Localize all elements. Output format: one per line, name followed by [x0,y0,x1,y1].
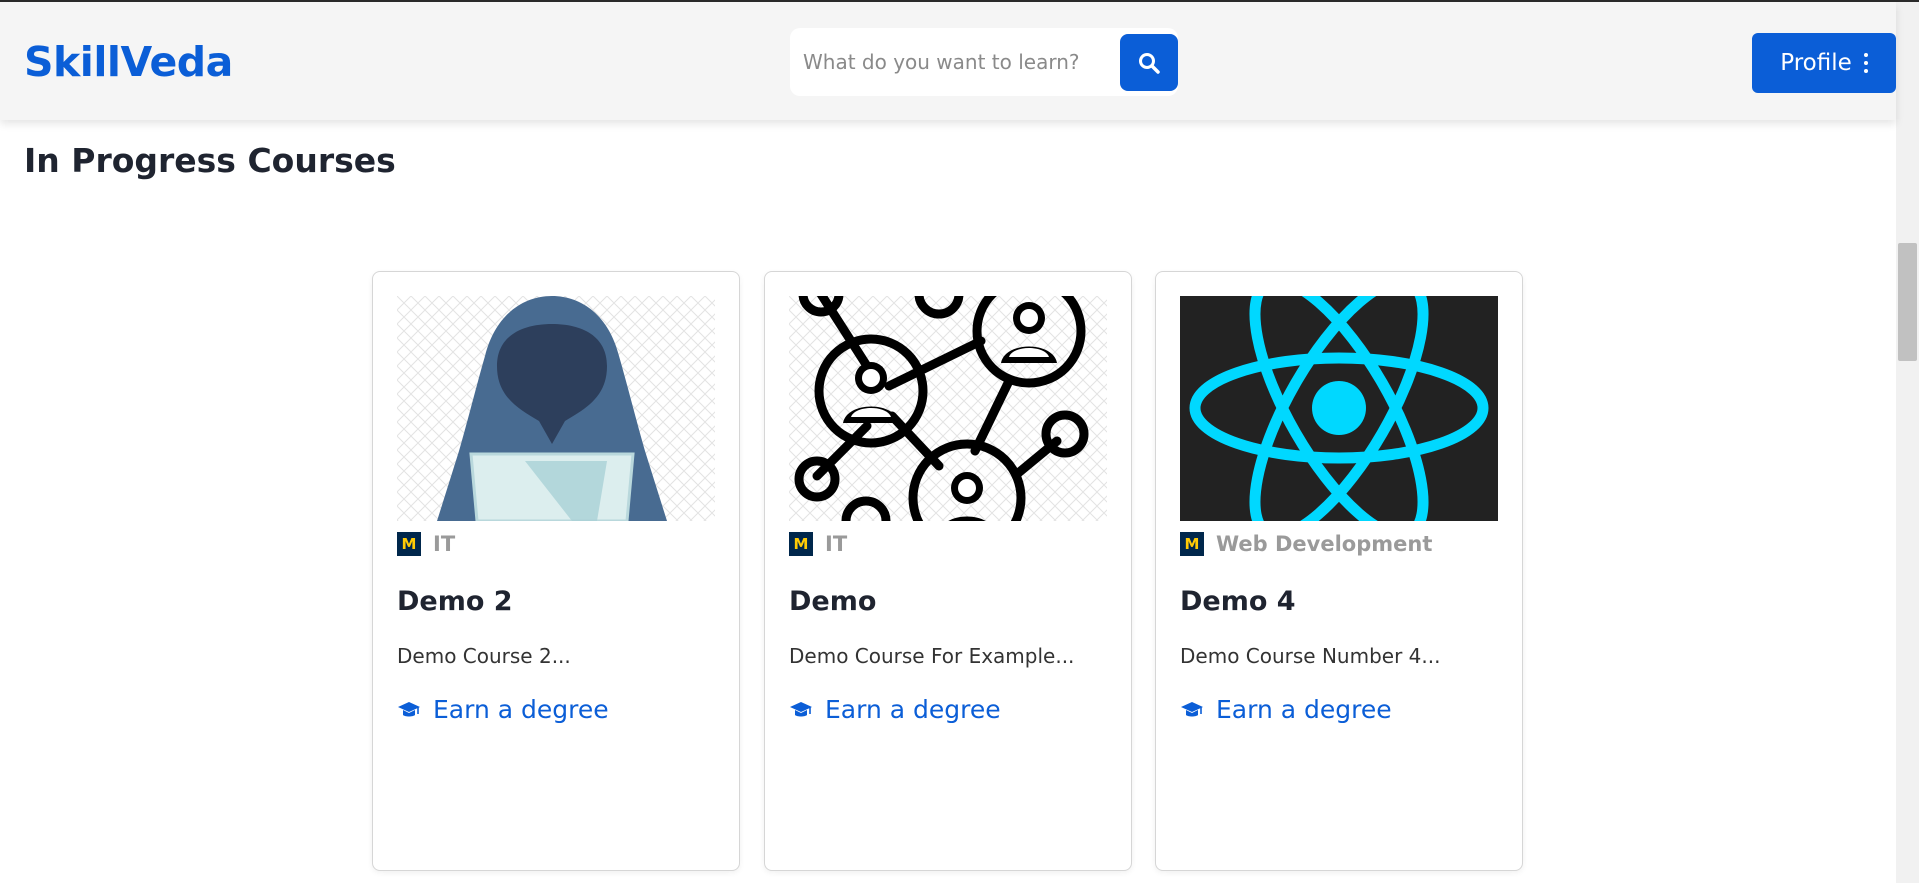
course-card[interactable]: M IT Demo Demo Course For Example... Ear… [764,271,1132,871]
scrollbar-thumb[interactable] [1898,243,1917,361]
course-thumbnail [789,296,1107,521]
graduation-cap-icon [790,701,812,716]
earn-degree-label: Earn a degree [1216,695,1392,724]
course-title[interactable]: Demo 4 [1180,586,1296,617]
profile-button[interactable]: Profile [1752,33,1896,93]
course-description: Demo Course Number 4... [1180,644,1441,668]
top-navbar: SkillVeda Profile [0,2,1896,120]
university-logo: M [789,532,813,556]
search-button[interactable] [1120,34,1178,91]
university-logo: M [397,532,421,556]
earn-degree-label: Earn a degree [433,695,609,724]
kebab-menu-icon [1863,53,1868,73]
section-title: In Progress Courses [24,141,396,180]
course-card[interactable]: M Web Development Demo 4 Demo Course Num… [1155,271,1523,871]
earn-degree-link[interactable]: Earn a degree [789,695,1001,724]
course-meta: M Web Development [1180,532,1432,556]
course-title[interactable]: Demo 2 [397,586,513,617]
site-logo[interactable]: SkillVeda [24,38,233,86]
university-logo: M [1180,532,1204,556]
search-bar [790,28,1178,96]
page-scrollbar[interactable] [1896,2,1919,883]
course-description: Demo Course For Example... [789,644,1075,668]
course-thumbnail [397,296,715,521]
course-thumbnail [1180,296,1498,521]
course-meta: M IT [397,532,455,556]
course-meta: M IT [789,532,847,556]
network-people-icon [789,296,1107,521]
earn-degree-link[interactable]: Earn a degree [397,695,609,724]
course-category: Web Development [1216,532,1433,556]
hacker-icon [397,296,715,521]
course-card[interactable]: M IT Demo 2 Demo Course 2... Earn a degr… [372,271,740,871]
profile-button-label: Profile [1780,50,1852,76]
course-title[interactable]: Demo [789,586,876,617]
course-description: Demo Course 2... [397,644,571,668]
search-icon [1139,52,1160,74]
react-logo-icon [1180,296,1498,521]
earn-degree-label: Earn a degree [825,695,1001,724]
graduation-cap-icon [398,701,420,716]
earn-degree-link[interactable]: Earn a degree [1180,695,1392,724]
course-category: IT [825,532,848,556]
graduation-cap-icon [1181,701,1203,716]
search-input[interactable] [790,28,1120,96]
course-category: IT [433,532,456,556]
